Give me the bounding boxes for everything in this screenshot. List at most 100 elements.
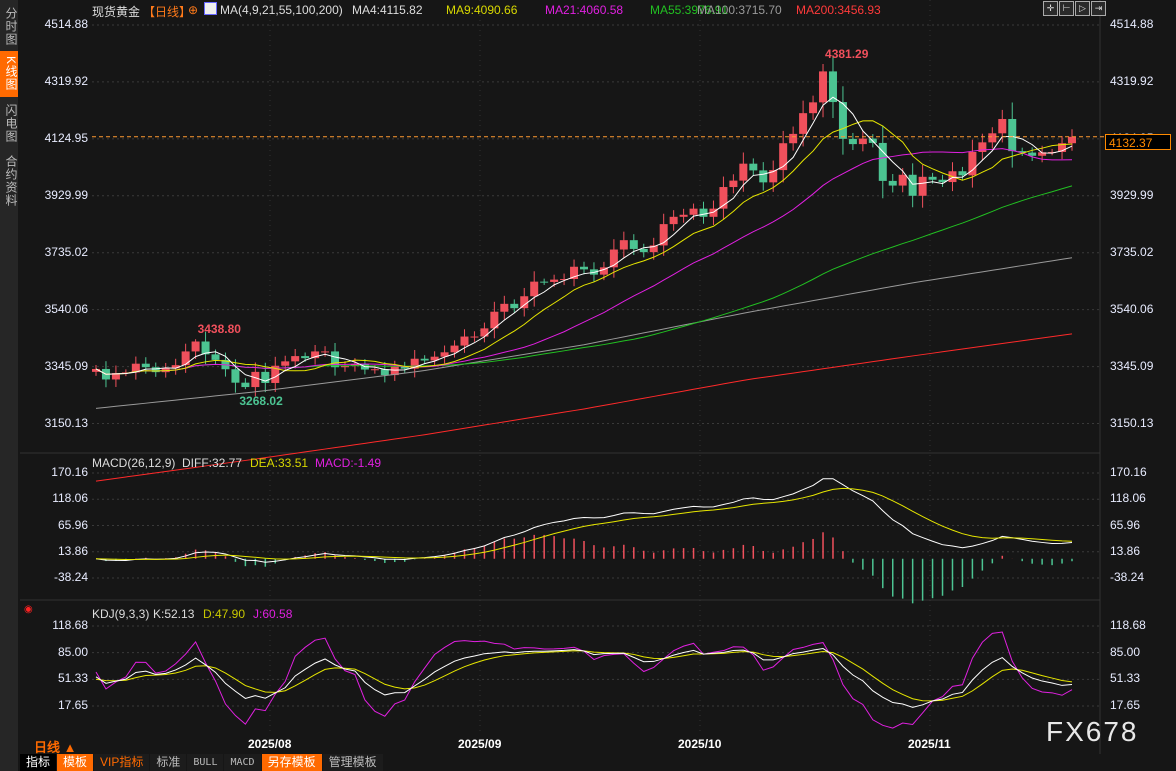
axis-tick-label: 51.33 [57, 671, 88, 686]
macd-params: MACD(26,12,9) [92, 456, 176, 470]
candle-up [370, 369, 379, 371]
ma21-value: MA21:4060.58 [545, 3, 624, 17]
axis-tick-label: 85.00 [1110, 644, 1141, 659]
candle-down [888, 180, 897, 186]
watermark-logo: FX678 [1046, 716, 1139, 747]
candle-down [1008, 118, 1017, 152]
ma-params: MA(4,9,21,55,100,200) [220, 3, 343, 17]
axis-tick-label: 4124.95 [44, 130, 88, 145]
candle-down [301, 356, 310, 359]
crosshair-icon[interactable]: ✛ [1043, 1, 1058, 16]
axis-tick-label: 65.96 [57, 517, 88, 532]
candle-down [928, 176, 937, 180]
kdj-j-line [95, 631, 1073, 729]
move-right-icon[interactable]: ⇥ [1091, 1, 1106, 16]
candle-up [251, 371, 260, 388]
macd-dea: DEA:33.51 [250, 456, 309, 470]
chart-canvas[interactable]: 3438.80 3268.02 4381.29 [0, 0, 1176, 771]
axis-tick-label: 118.06 [52, 491, 88, 506]
toolbar-vip-indicators[interactable]: VIP指标 [94, 754, 150, 771]
price-annotation: 4381.29 [825, 47, 869, 61]
kdj-params: KDJ(9,3,3) [92, 607, 150, 621]
kdj-k: K:52.13 [153, 607, 195, 621]
candle-down [838, 102, 847, 139]
candle-down [510, 303, 519, 309]
axis-tick-label: 118.68 [52, 618, 88, 632]
kdj-settings-icon[interactable]: ◉ [24, 604, 33, 615]
axis-tick-label: 4514.88 [1110, 17, 1154, 31]
month-label: 2025/10 [678, 737, 722, 751]
axis-tick-label: 118.06 [1110, 491, 1146, 506]
kdj-k-line [95, 648, 1073, 708]
period-label: 【日线】 [143, 5, 192, 19]
toolbar-macd[interactable]: MACD [224, 754, 261, 771]
candle-up [1068, 136, 1076, 144]
candle-down [241, 382, 250, 388]
axis-tick-label: 3540.06 [1110, 301, 1154, 316]
kdj-d: D:47.90 [203, 607, 246, 621]
candle-up [550, 279, 559, 282]
axis-tick-label: 3345.09 [1110, 358, 1154, 373]
axis-tick-label: 3929.99 [44, 187, 88, 202]
candle-up [789, 133, 798, 144]
candle-down [749, 163, 758, 171]
axis-tick-label: 3345.09 [44, 358, 88, 373]
candle-up [988, 133, 997, 143]
axis-tick-label: 3929.99 [1110, 187, 1154, 202]
ma4-line [95, 96, 1073, 382]
toolbar-manage-templates[interactable]: 管理模板 [322, 754, 383, 771]
candle-down [540, 281, 549, 283]
ma9-value: MA9:4090.66 [446, 3, 518, 17]
ma200-value: MA200:3456.93 [796, 3, 881, 17]
candle-down [759, 170, 768, 183]
current-price-tag: 4132.37 [1105, 133, 1171, 150]
candle-down [848, 138, 857, 145]
axis-tick-label: 4319.92 [44, 73, 88, 88]
candle-up [520, 296, 529, 309]
bottom-toolbar: 指标 模板 VIP指标 标准 BULL MACD 另存模板 管理模板 [20, 754, 383, 771]
ma100-value: MA100:3715.70 [697, 3, 782, 17]
month-label: 2025/11 [908, 737, 951, 751]
toolbar-bull[interactable]: BULL [187, 754, 224, 771]
candle-up [669, 216, 678, 225]
candle-up [858, 138, 867, 145]
candle-up [729, 180, 738, 188]
axis-tick-label: 51.33 [1110, 671, 1141, 686]
axis-tick-label: 13.86 [1110, 543, 1141, 558]
candle-up [689, 208, 698, 215]
candle-down [331, 351, 340, 368]
macd-diff: DIFF:32.77 [182, 456, 243, 470]
candle-up [809, 102, 818, 114]
ma4-value: MA4:4115.82 [352, 3, 423, 17]
candle-down [629, 240, 638, 249]
axis-tick-label: -38.24 [53, 570, 88, 584]
toolbar-save-template[interactable]: 另存模板 [261, 754, 322, 771]
zoom-in-icon[interactable]: ⊢ [1059, 1, 1074, 16]
candle-down [420, 358, 429, 361]
month-label: 2025/08 [248, 737, 292, 751]
candle-up [321, 351, 330, 353]
candle-down [639, 248, 648, 253]
kdj-j: J:60.58 [253, 607, 293, 621]
ma-settings-icon[interactable] [204, 2, 217, 15]
candle-up [480, 328, 489, 337]
candle-up [819, 71, 828, 103]
toolbar-standard[interactable]: 标准 [150, 754, 187, 771]
axis-tick-label: 3150.13 [44, 415, 88, 430]
zoom-out-icon[interactable]: ▷ [1075, 1, 1090, 16]
price-annotation: 3268.02 [239, 394, 283, 408]
candle-up [918, 176, 927, 196]
candle-up [679, 214, 688, 217]
symbol-name: 现货黄金 [92, 5, 141, 19]
candle-up [799, 113, 808, 134]
toolbar-templates[interactable]: 模板 [57, 754, 94, 771]
toolbar-indicators[interactable]: 指标 [20, 754, 57, 771]
target-icon[interactable]: ⊕ [188, 3, 198, 17]
axis-tick-label: 4514.88 [44, 17, 88, 31]
candle-down [908, 174, 917, 196]
candle-down [580, 266, 588, 270]
axis-tick-label: 170.16 [51, 465, 88, 479]
candle-up [460, 336, 469, 346]
candle-down [231, 369, 240, 383]
axis-tick-label: 3735.02 [44, 244, 88, 259]
